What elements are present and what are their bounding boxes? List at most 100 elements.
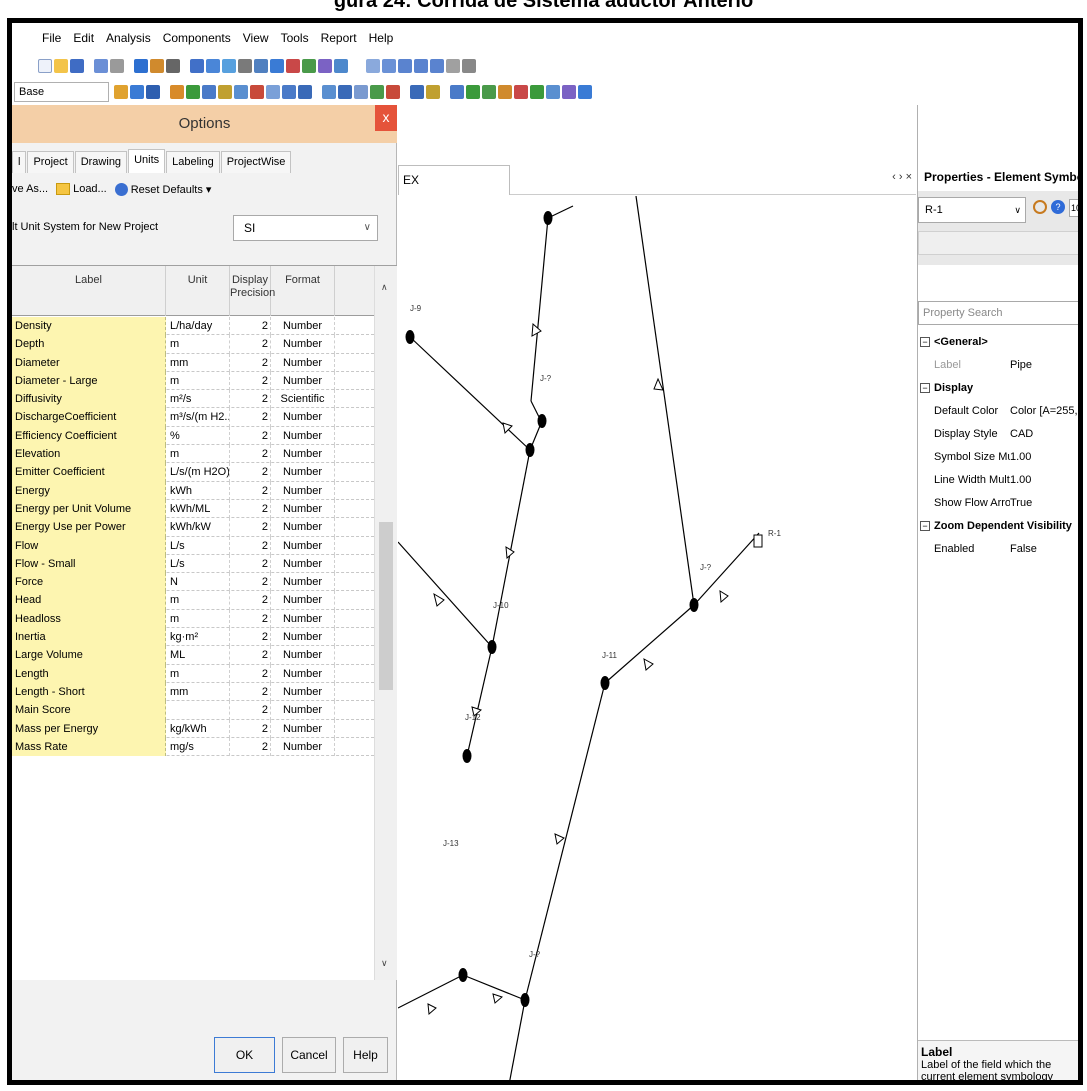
print-icon[interactable] <box>110 59 124 73</box>
format-cell[interactable]: Number <box>271 499 335 519</box>
format-cell[interactable]: Number <box>271 646 335 665</box>
format-cell[interactable]: Number <box>271 335 335 354</box>
precision-cell[interactable]: 2 <box>230 646 271 665</box>
format-cell[interactable]: Number <box>271 554 335 574</box>
format-cell[interactable]: Number <box>271 518 335 537</box>
table-row[interactable]: Energy Use per Power kWh/kW 2 Number <box>12 518 374 537</box>
table-row[interactable]: Efficiency Coefficient% 2 Number <box>12 426 374 446</box>
database-icon[interactable] <box>190 59 204 73</box>
precision-cell[interactable]: 2 <box>230 609 271 629</box>
table-row[interactable]: Mass per Energy kg/kWh 2 Number <box>12 719 374 738</box>
unit-cell[interactable]: N <box>166 573 230 592</box>
unit-label-cell[interactable]: Density <box>12 317 166 336</box>
property-value[interactable]: False <box>1010 538 1078 561</box>
precision-cell[interactable]: 2 <box>230 719 271 738</box>
graph-icon[interactable] <box>238 59 252 73</box>
skelebrator-icon[interactable] <box>482 85 496 99</box>
format-cell[interactable]: Number <box>271 628 335 647</box>
property-row[interactable]: Symbol Size Multipl1.00 <box>918 446 1078 469</box>
check-tool-icon[interactable] <box>282 85 296 99</box>
table-row[interactable]: Flow - Small L/s 2 Number <box>12 554 374 574</box>
scenario-select[interactable]: Base <box>14 82 109 102</box>
precision-cell[interactable]: 2 <box>230 408 271 427</box>
menu-help[interactable]: Help <box>369 31 394 45</box>
zoom-in-icon[interactable] <box>398 59 412 73</box>
unit-cell[interactable]: mm <box>166 353 230 372</box>
property-category[interactable]: − Display <box>918 377 1078 400</box>
scroll-down-icon[interactable]: ∨ <box>381 958 388 969</box>
menu-tools[interactable]: Tools <box>281 31 309 45</box>
pan-icon[interactable] <box>446 59 460 73</box>
help-button[interactable]: Help <box>343 1037 388 1073</box>
unit-label-cell[interactable]: Force <box>12 573 166 592</box>
scenarios-icon[interactable] <box>114 85 128 99</box>
tab-project[interactable]: Project <box>27 151 74 173</box>
unit-cell[interactable]: L/s <box>166 536 230 555</box>
table-row[interactable]: Elevation m 2 Number <box>12 445 374 464</box>
table-row[interactable]: Density L/ha/day 2 Number <box>12 317 374 336</box>
collapse-icon[interactable]: − <box>920 383 930 393</box>
unit-label-cell[interactable]: Flow - Small <box>12 554 166 574</box>
menu-components[interactable]: Components <box>163 31 231 45</box>
hydrant-tool-icon[interactable] <box>266 85 280 99</box>
unit-cell[interactable]: m <box>166 664 230 683</box>
menu-edit[interactable]: Edit <box>73 31 94 45</box>
format-cell[interactable]: Number <box>271 426 335 446</box>
table-row[interactable]: Diameter - Large m 2 Number <box>12 371 374 391</box>
format-cell[interactable]: Number <box>271 737 335 757</box>
precision-cell[interactable]: 2 <box>230 573 271 592</box>
format-cell[interactable]: Number <box>271 664 335 683</box>
background-icon[interactable] <box>334 59 348 73</box>
unit-label-cell[interactable]: Diameter <box>12 353 166 372</box>
table-row[interactable]: Inertia kg·m² 2 Number <box>12 628 374 647</box>
table-icon[interactable] <box>206 59 220 73</box>
format-cell[interactable]: Number <box>271 701 335 720</box>
alert-icon[interactable] <box>386 85 400 99</box>
unit-label-cell[interactable]: Length - Short <box>12 682 166 702</box>
format-cell[interactable]: Number <box>271 536 335 555</box>
format-cell[interactable]: Number <box>271 682 335 702</box>
notes-icon[interactable] <box>354 85 368 99</box>
format-cell[interactable]: Number <box>271 353 335 372</box>
precision-cell[interactable]: 2 <box>230 518 271 537</box>
summary-icon[interactable] <box>338 85 352 99</box>
property-row[interactable]: Show Flow ArrowsTrue <box>918 492 1078 515</box>
unit-cell[interactable]: mg/s <box>166 737 230 757</box>
moduleshare-icon[interactable] <box>498 85 512 99</box>
zoom-out-icon[interactable] <box>414 59 428 73</box>
help-icon[interactable]: ? <box>1051 200 1065 214</box>
format-cell[interactable]: Number <box>271 408 335 427</box>
map-icon[interactable] <box>370 85 384 99</box>
precision-cell[interactable]: 2 <box>230 463 271 482</box>
zoom-window-icon[interactable] <box>382 59 396 73</box>
property-row[interactable]: Display Style CAD <box>918 423 1078 446</box>
calculation-options-icon[interactable] <box>146 85 160 99</box>
annotation-icon[interactable] <box>302 59 316 73</box>
unit-label-cell[interactable]: Elevation <box>12 445 166 464</box>
ok-button[interactable]: OK <box>214 1037 275 1073</box>
unit-label-cell[interactable]: Length <box>12 664 166 683</box>
drawing-canvas[interactable]: J-9 J-? J-10 J-11 J-12 J-? R-1 J-13 J-? <box>398 196 916 1080</box>
unit-cell[interactable]: kWh <box>166 481 230 500</box>
close-icon[interactable]: x <box>375 105 397 131</box>
properties-filter[interactable] <box>918 231 1078 255</box>
precision-cell[interactable]: 2 <box>230 701 271 720</box>
loadbuilder-icon[interactable] <box>450 85 464 99</box>
property-value[interactable]: 1.00 <box>1010 446 1078 469</box>
unit-label-cell[interactable]: Head <box>12 591 166 610</box>
precision-cell[interactable]: 2 <box>230 426 271 446</box>
unit-cell[interactable]: m <box>166 445 230 464</box>
table-row[interactable]: Large Volume ML 2 Number <box>12 646 374 665</box>
property-row[interactable]: Line Width Multiplier1.00 <box>918 469 1078 492</box>
reservoir-tool-icon[interactable] <box>218 85 232 99</box>
unit-label-cell[interactable]: Mass Rate <box>12 737 166 757</box>
property-category[interactable]: − <General> <box>918 331 1078 354</box>
tab-controls[interactable]: ‹ › × <box>892 171 912 183</box>
precision-cell[interactable]: 2 <box>230 737 271 757</box>
menu-view[interactable]: View <box>243 31 269 45</box>
table-row[interactable]: DischargeCoefficient m³/s/(m H2... 2 Number <box>12 408 374 427</box>
column-header-label[interactable]: Label <box>12 266 166 316</box>
property-category[interactable]: − Zoom Dependent Visibility <box>918 515 1078 538</box>
menu-file[interactable]: File <box>42 31 61 45</box>
alternatives-icon[interactable] <box>130 85 144 99</box>
